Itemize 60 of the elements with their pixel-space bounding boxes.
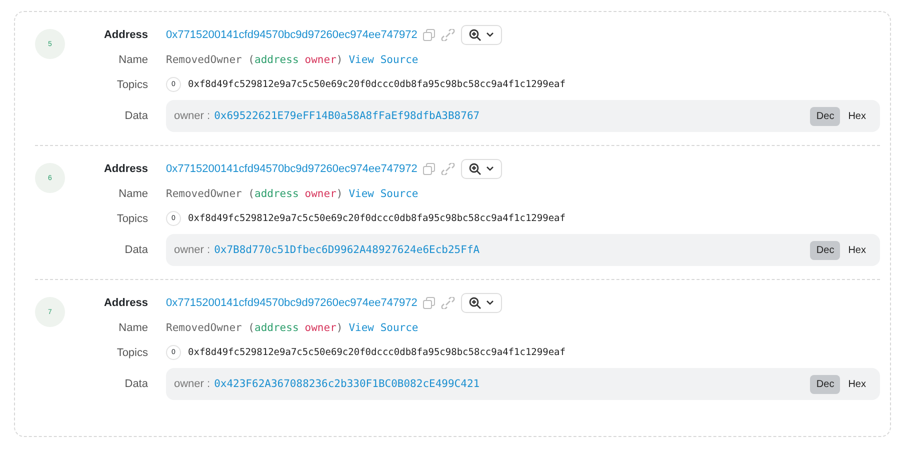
zoom-dropdown-button[interactable] (461, 292, 502, 312)
view-source-link[interactable]: View Source (348, 322, 418, 334)
view-source-link[interactable]: View Source (348, 188, 418, 200)
topic-hash: 0xf8d49fc529812e9a7c5c50e69c20f0dccc0db8fa95c98bc58cc9a4f1c1299eaf (188, 347, 566, 358)
format-toggle-button[interactable]: Dec (810, 240, 840, 260)
event-name: RemovedOwner ( (166, 188, 255, 200)
event-name: RemovedOwner ( (166, 322, 255, 334)
data-address-link[interactable]: 0x423F62A367088236c2b330F1BC0B082cE499C421 (214, 378, 480, 390)
close-paren: ) (336, 54, 343, 66)
field-label: Name (118, 54, 149, 66)
field-label: Topics (116, 78, 149, 90)
address-link[interactable]: 0x7715200141cfd94570bc9d97260ec974ee747972 (166, 162, 418, 174)
address-link[interactable]: 0x7715200141cfd94570bc9d97260ec974ee747972 (166, 28, 418, 40)
param-name: owner (304, 188, 336, 200)
field-label: Data (124, 110, 149, 122)
field-label: Address (102, 162, 149, 174)
close-paren: ) (336, 188, 343, 200)
param-type: address (254, 54, 299, 66)
address-link[interactable]: 0x7715200141cfd94570bc9d97260ec974ee747972 (166, 296, 418, 308)
event-name: RemovedOwner ( (166, 54, 255, 66)
topic-hash: 0xf8d49fc529812e9a7c5c50e69c20f0dccc0db8fa95c98bc58cc9a4f1c1299eaf (188, 79, 566, 90)
data-key: owner : (174, 110, 210, 122)
close-paren: ) (336, 322, 343, 334)
copy-icon[interactable] (423, 162, 436, 174)
format-toggle-button[interactable]: Dec (810, 106, 840, 126)
data-key: owner : (174, 378, 210, 390)
view-source-link[interactable]: View Source (348, 54, 418, 66)
field-label: Name (118, 322, 149, 334)
link-icon[interactable] (441, 296, 456, 308)
copy-icon[interactable] (423, 296, 436, 308)
param-type: address (254, 188, 299, 200)
link-icon[interactable] (441, 162, 456, 174)
link-icon[interactable] (441, 28, 456, 40)
data-address-link[interactable]: 0x7B8d770c51Dfbec6D9962A48927624e6Ecb25FfA (214, 244, 480, 256)
field-label: Address (102, 28, 149, 40)
format-toggle-button[interactable]: Dec (810, 374, 840, 394)
param-name: owner (304, 54, 336, 66)
format-toggle-button[interactable]: Hex (842, 374, 872, 394)
param-type: address (254, 322, 299, 334)
data-address-link[interactable]: 0x69522621E79eFF14B0a58A8fFaEf98dfbA3B8767 (214, 110, 480, 122)
format-toggle-button[interactable]: Hex (842, 240, 872, 260)
caret-icon (486, 32, 494, 38)
zoom-in-icon (469, 162, 482, 174)
zoom-dropdown-button[interactable] (461, 158, 502, 178)
field-label: Data (124, 378, 149, 390)
topic-hash: 0xf8d49fc529812e9a7c5c50e69c20f0dccc0db8fa95c98bc58cc9a4f1c1299eaf (188, 213, 566, 224)
zoom-in-icon (469, 296, 482, 308)
field-label: Data (124, 244, 149, 256)
zoom-in-icon (469, 28, 482, 40)
format-toggle-button[interactable]: Hex (842, 106, 872, 126)
zoom-dropdown-button[interactable] (461, 24, 502, 44)
caret-icon (486, 300, 494, 306)
param-name: owner (304, 322, 336, 334)
caret-icon (486, 166, 494, 172)
copy-icon[interactable] (423, 28, 436, 40)
field-label: Topics (116, 346, 149, 358)
field-label: Topics (116, 212, 149, 224)
field-label: Name (118, 188, 149, 200)
data-key: owner : (174, 244, 210, 256)
field-label: Address (102, 296, 149, 308)
